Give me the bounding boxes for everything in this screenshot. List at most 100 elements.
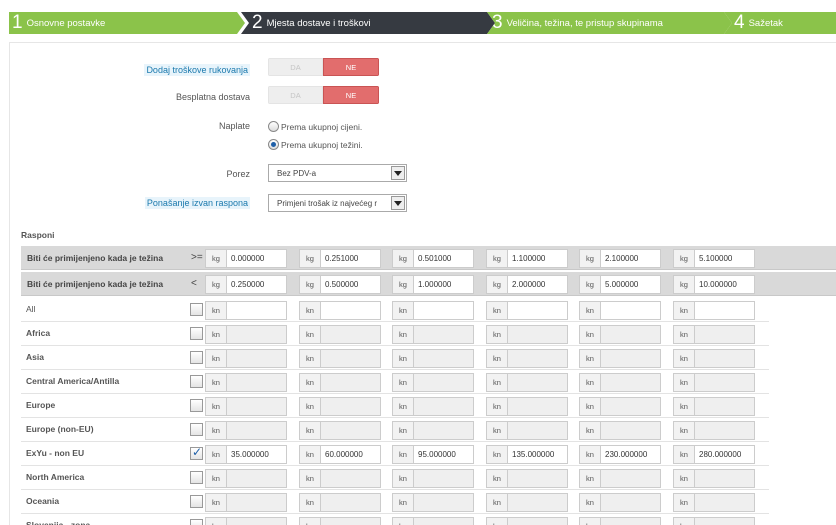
price-input[interactable] [226, 301, 287, 320]
price-input[interactable] [600, 301, 661, 320]
price-input[interactable] [507, 397, 568, 416]
price-input[interactable] [600, 349, 661, 368]
price-input[interactable] [507, 421, 568, 440]
price-input[interactable] [507, 469, 568, 488]
price-input[interactable] [694, 325, 755, 344]
tax-select[interactable]: Bez PDV-a [268, 164, 407, 182]
zone-checkbox[interactable] [190, 375, 203, 388]
price-input[interactable] [694, 397, 755, 416]
weight-range-input[interactable]: 10.000000 [694, 275, 755, 294]
zone-checkbox[interactable] [190, 351, 203, 364]
out-of-range-select[interactable]: Primjeni trošak iz najvećeg r [268, 194, 407, 212]
price-input[interactable]: 35.000000 [226, 445, 287, 464]
weight-range-input[interactable]: 2.000000 [507, 275, 568, 294]
price-input[interactable] [507, 493, 568, 512]
zone-checkbox[interactable] [190, 327, 203, 340]
price-input[interactable] [600, 469, 661, 488]
price-input[interactable] [413, 517, 474, 525]
weight-range-input[interactable]: 5.000000 [600, 275, 661, 294]
price-input[interactable] [413, 397, 474, 416]
price-input[interactable] [226, 325, 287, 344]
price-input[interactable]: 280.000000 [694, 445, 755, 464]
price-input[interactable] [320, 493, 381, 512]
price-input[interactable] [507, 325, 568, 344]
free-shipping-no-option[interactable]: NE [323, 86, 379, 104]
weight-range-input[interactable]: 0.251000 [320, 249, 381, 268]
billing-weight-option[interactable]: Prema ukupnoj težini. [268, 139, 363, 150]
step-3-size-weight-groups[interactable]: 3 Veličina, težina, te pristup skupinama [487, 12, 732, 34]
price-input[interactable] [320, 397, 381, 416]
price-input[interactable]: 135.000000 [507, 445, 568, 464]
price-input[interactable] [694, 373, 755, 392]
price-input[interactable] [600, 373, 661, 392]
price-input[interactable] [694, 469, 755, 488]
price-input[interactable] [600, 421, 661, 440]
price-input[interactable] [413, 373, 474, 392]
weight-range-input[interactable]: 0.501000 [413, 249, 474, 268]
handling-no-option[interactable]: NE [323, 58, 379, 76]
billing-price-option[interactable]: Prema ukupnoj cijeni. [268, 121, 362, 132]
price-input[interactable] [507, 301, 568, 320]
billing-price-radio[interactable] [268, 121, 279, 132]
zone-checkbox[interactable] [190, 445, 203, 460]
price-input[interactable] [320, 517, 381, 525]
price-input[interactable] [413, 493, 474, 512]
price-input[interactable] [226, 349, 287, 368]
price-input[interactable] [694, 517, 755, 525]
price-input[interactable] [226, 397, 287, 416]
price-input[interactable] [226, 469, 287, 488]
price-input[interactable] [226, 421, 287, 440]
chevron-down-icon[interactable] [391, 196, 405, 210]
chevron-down-icon[interactable] [391, 166, 405, 180]
zone-checkbox[interactable] [190, 519, 203, 525]
price-input[interactable] [320, 325, 381, 344]
free-shipping-toggle[interactable]: DA NE [268, 86, 379, 104]
price-input[interactable] [507, 349, 568, 368]
weight-range-input[interactable]: 2.100000 [600, 249, 661, 268]
price-input[interactable] [600, 397, 661, 416]
handling-costs-toggle[interactable]: DA NE [268, 58, 379, 76]
zone-checkbox[interactable] [190, 303, 203, 316]
step-4-summary[interactable]: 4 Sažetak [724, 12, 836, 34]
step-1-basic-settings[interactable]: 1 Osnovne postavke [9, 12, 245, 34]
weight-range-input[interactable]: 1.000000 [413, 275, 474, 294]
price-input[interactable] [413, 421, 474, 440]
price-input[interactable] [413, 301, 474, 320]
price-input[interactable] [320, 301, 381, 320]
weight-range-input[interactable]: 1.100000 [507, 249, 568, 268]
price-input[interactable] [600, 493, 661, 512]
price-input[interactable]: 95.000000 [413, 445, 474, 464]
price-input[interactable] [600, 517, 661, 525]
zone-checkbox[interactable] [190, 423, 203, 436]
weight-range-input[interactable]: 0.500000 [320, 275, 381, 294]
price-input[interactable] [226, 373, 287, 392]
weight-range-input[interactable]: 5.100000 [694, 249, 755, 268]
handling-yes-option[interactable]: DA [268, 58, 323, 76]
billing-weight-radio[interactable] [268, 139, 279, 150]
price-input[interactable] [600, 325, 661, 344]
step-2-locations-costs[interactable]: 2 Mjesta dostave i troškovi [241, 12, 495, 34]
price-input[interactable] [320, 349, 381, 368]
price-input[interactable] [226, 493, 287, 512]
weight-range-input[interactable]: 0.250000 [226, 275, 287, 294]
free-shipping-yes-option[interactable]: DA [268, 86, 323, 104]
price-input[interactable] [320, 469, 381, 488]
price-input[interactable] [507, 517, 568, 525]
price-input[interactable] [320, 373, 381, 392]
price-input[interactable] [413, 469, 474, 488]
price-input[interactable] [507, 373, 568, 392]
price-input[interactable]: 230.000000 [600, 445, 661, 464]
price-input[interactable] [226, 517, 287, 525]
price-input[interactable]: 60.000000 [320, 445, 381, 464]
price-input[interactable] [413, 325, 474, 344]
price-input[interactable] [694, 349, 755, 368]
weight-range-input[interactable]: 0.000000 [226, 249, 287, 268]
price-input[interactable] [694, 421, 755, 440]
zone-checkbox[interactable] [190, 495, 203, 508]
zone-checkbox[interactable] [190, 471, 203, 484]
price-input[interactable] [413, 349, 474, 368]
price-input[interactable] [694, 301, 755, 320]
price-input[interactable] [320, 421, 381, 440]
price-input[interactable] [694, 493, 755, 512]
zone-checkbox[interactable] [190, 399, 203, 412]
